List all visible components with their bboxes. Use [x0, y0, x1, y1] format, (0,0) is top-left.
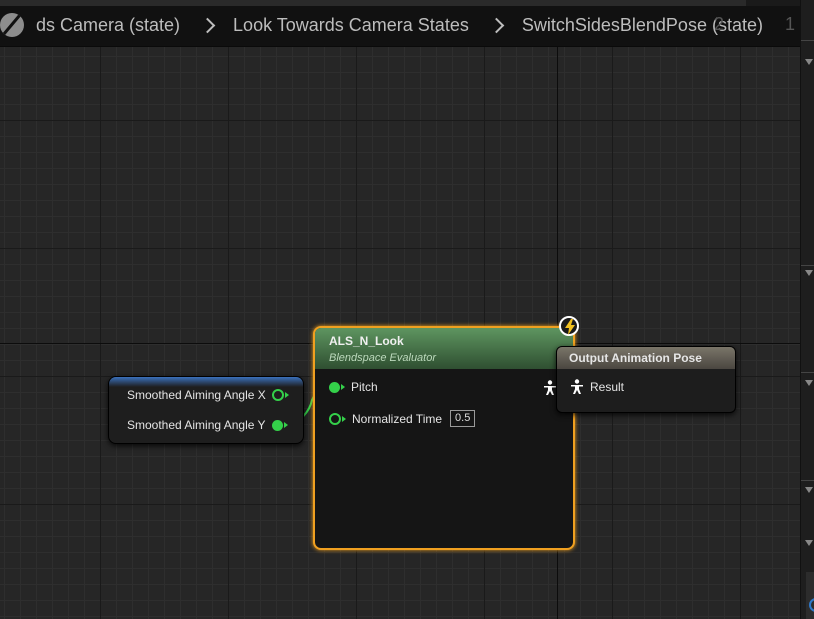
pin-label: Result — [590, 380, 625, 394]
collapse-arrow-icon[interactable] — [805, 380, 813, 386]
node-title: ALS_N_Look — [329, 334, 404, 348]
breadcrumb-item-switch-sides[interactable]: SwitchSidesBlendPose (state) — [516, 15, 769, 36]
right-panel-edge[interactable] — [800, 0, 814, 619]
aiming-angle-getter-node[interactable]: Smoothed Aiming Angle X Smoothed Aiming … — [108, 376, 304, 444]
input-pin-pitch[interactable] — [329, 381, 340, 393]
pin-arrow-icon — [284, 392, 289, 398]
pin-arrow-icon — [341, 384, 345, 390]
fast-path-bolt-icon — [559, 316, 579, 336]
output-animation-pose-node[interactable]: Output Animation Pose Result — [556, 346, 736, 413]
breadcrumb-item-look-towards[interactable]: Look Towards Camera States — [227, 15, 475, 36]
collapse-arrow-icon[interactable] — [805, 270, 813, 276]
pin-arrow-icon — [342, 415, 346, 422]
pose-icon[interactable] — [543, 380, 557, 396]
pin-arrow-icon — [283, 422, 288, 428]
pin-row-normalized-time: Normalized Time 0.5 — [329, 410, 476, 427]
panel-divider — [801, 265, 814, 266]
pin-row-aiming-x: Smoothed Aiming Angle X — [127, 388, 289, 402]
collapse-arrow-icon[interactable] — [805, 59, 813, 65]
normalized-time-input[interactable]: 0.5 — [450, 410, 476, 427]
panel-divider — [801, 480, 814, 481]
panel-divider — [801, 372, 814, 373]
blueprint-icon[interactable] — [0, 13, 24, 37]
pin-row-pitch: Pitch — [329, 380, 378, 394]
pin-label: Normalized Time — [352, 411, 443, 426]
node-title: Output Animation Pose — [569, 351, 702, 365]
collapse-arrow-icon[interactable] — [805, 540, 813, 546]
overflow-text: 1 — [785, 14, 796, 34]
input-pin-normalized-time[interactable] — [329, 412, 341, 425]
toolbar-strip — [0, 0, 800, 6]
breadcrumb: ds Camera (state) Look Towards Camera St… — [0, 7, 800, 43]
panel-divider — [801, 40, 814, 41]
output-pin-aiming-y[interactable] — [271, 419, 283, 431]
chevron-right-icon — [199, 17, 216, 33]
chevron-right-icon — [488, 17, 505, 33]
blendspace-evaluator-node[interactable]: ALS_N_Look Blendspace Evaluator Pitch No… — [313, 326, 575, 550]
breadcrumb-bar: ds Camera (state) Look Towards Camera St… — [0, 0, 800, 47]
collapse-arrow-icon[interactable] — [805, 487, 813, 493]
pin-row-result: Result — [590, 380, 624, 394]
overflow-text: 2 — [714, 14, 725, 34]
node-subtitle: Blendspace Evaluator — [329, 352, 437, 364]
output-pin-aiming-x[interactable] — [271, 389, 284, 401]
pin-row-aiming-y: Smoothed Aiming Angle Y — [127, 418, 288, 432]
pin-label: Smoothed Aiming Angle Y — [127, 418, 266, 432]
node-header-glow — [109, 377, 303, 387]
breadcrumb-item-camera-state[interactable]: ds Camera (state) — [30, 15, 186, 36]
scrollbar[interactable] — [806, 572, 814, 619]
pin-label: Smoothed Aiming Angle X — [127, 388, 266, 402]
pose-icon[interactable] — [570, 379, 584, 395]
toolbar-strip-end — [746, 0, 800, 6]
pin-label: Pitch — [351, 380, 378, 394]
node-header: Output Animation Pose — [557, 347, 735, 369]
node-header: ALS_N_Look Blendspace Evaluator — [315, 328, 573, 369]
